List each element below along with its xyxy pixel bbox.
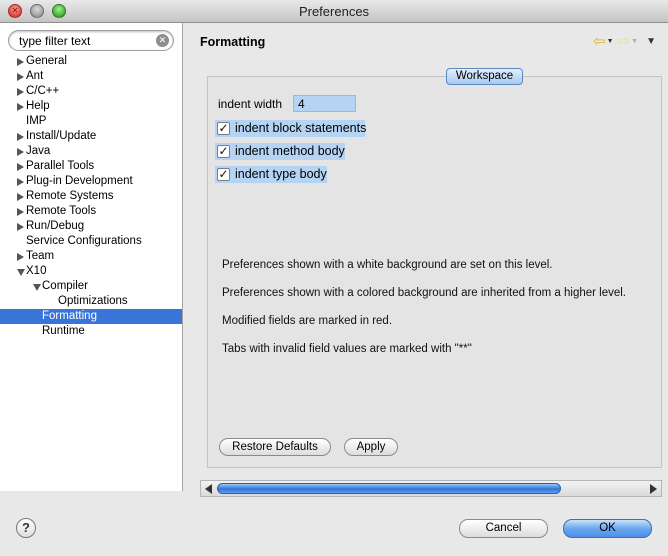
tree-item-label: X10 [26, 265, 47, 277]
tree-item-general[interactable]: General [0, 54, 182, 69]
tree-item-label: Java [26, 145, 51, 157]
indent-type-body-checkbox[interactable]: ✓ [217, 168, 230, 181]
window-title: Preferences [298, 4, 370, 19]
tree-item-remote-tools[interactable]: Remote Tools [0, 204, 182, 219]
tree-item-run-debug[interactable]: Run/Debug [0, 219, 182, 234]
tree-item-plug-in-development[interactable]: Plug-in Development [0, 174, 182, 189]
tree-item-service-configurations[interactable]: Service Configurations [0, 234, 182, 249]
checkbox-label: indent type body [235, 167, 327, 181]
tree-item-parallel-tools[interactable]: Parallel Tools [0, 159, 182, 174]
indent-method-body-checkbox[interactable]: ✓ [217, 145, 230, 158]
tree-item-help[interactable]: Help [0, 99, 182, 114]
expand-arrow-icon[interactable] [17, 103, 24, 111]
expand-arrow-icon[interactable] [17, 253, 24, 261]
tree-item-label: Install/Update [26, 130, 97, 142]
expand-arrow-icon[interactable] [17, 88, 24, 96]
checkbox-label: indent method body [235, 144, 345, 158]
history-navigation: ⇦▼ ⇨▼ ▼ [593, 34, 656, 50]
tree-item-label: Parallel Tools [26, 160, 95, 172]
tree-item-imp[interactable]: IMP [0, 114, 182, 129]
tree-item-ant[interactable]: Ant [0, 69, 182, 84]
scroll-left-arrow-icon[interactable] [205, 484, 212, 494]
expand-arrow-icon[interactable] [17, 163, 24, 171]
tree-item-java[interactable]: Java [0, 144, 182, 159]
tree-item-label: Optimizations [58, 295, 128, 307]
indent-block-statements-option[interactable]: ✓ indent block statements [215, 120, 367, 137]
filter-search-box[interactable]: ✕ [8, 30, 174, 51]
tab-workspace[interactable]: Workspace [446, 68, 523, 85]
indent-width-field[interactable] [293, 95, 356, 112]
tree-item-label: Ant [26, 70, 44, 82]
indent-method-body-option[interactable]: ✓ indent method body [215, 143, 345, 160]
ok-button[interactable]: OK [563, 519, 652, 538]
collapse-arrow-icon[interactable] [17, 269, 25, 276]
tree-item-label: C/C++ [26, 85, 60, 97]
collapse-arrow-icon[interactable] [33, 284, 41, 291]
tree-item-runtime[interactable]: Runtime [0, 324, 182, 339]
horizontal-scrollbar[interactable] [200, 480, 662, 497]
view-menu-icon[interactable]: ▼ [646, 34, 656, 50]
tree-item-team[interactable]: Team [0, 249, 182, 264]
expand-arrow-icon[interactable] [17, 193, 24, 201]
tree-item-label: Formatting [42, 310, 97, 322]
preferences-tree: General Ant C/C++ Help IMP Install/Update Java… [0, 54, 182, 339]
tree-item-x10[interactable]: X10 [0, 264, 182, 279]
scroll-thumb[interactable] [217, 483, 561, 494]
title-bar: Preferences [0, 0, 668, 23]
forward-history-dropdown-icon[interactable]: ▼ [631, 34, 638, 50]
forward-arrow-icon[interactable]: ⇨ [618, 34, 631, 50]
scroll-right-arrow-icon[interactable] [650, 484, 657, 494]
checkbox-label: indent block statements [235, 121, 367, 135]
indent-type-body-option[interactable]: ✓ indent type body [215, 166, 327, 183]
tree-item-label: Help [26, 100, 50, 112]
expand-arrow-icon[interactable] [17, 178, 24, 186]
restore-defaults-button[interactable]: Restore Defaults [219, 438, 331, 456]
help-icon[interactable]: ? [16, 518, 36, 538]
tree-item-label: Remote Systems [26, 190, 114, 202]
info-white-background: Preferences shown with a white backgroun… [222, 259, 553, 271]
info-colored-background: Preferences shown with a colored backgro… [222, 287, 626, 299]
filter-input[interactable] [19, 33, 151, 48]
tree-item-label: IMP [26, 115, 47, 127]
tree-item-label: Service Configurations [26, 235, 142, 247]
clear-filter-icon[interactable]: ✕ [156, 34, 169, 47]
page-title: Formatting [200, 35, 266, 49]
info-invalid-tabs: Tabs with invalid field values are marke… [222, 343, 472, 355]
expand-arrow-icon[interactable] [17, 148, 24, 156]
tree-item-c-c[interactable]: C/C++ [0, 84, 182, 99]
info-modified-fields: Modified fields are marked in red. [222, 315, 393, 327]
tree-item-label: General [26, 55, 67, 67]
tree-item-label: Runtime [42, 325, 85, 337]
expand-arrow-icon[interactable] [17, 58, 24, 66]
page-header: Formatting ⇦▼ ⇨▼ ▼ [184, 23, 668, 63]
apply-button[interactable]: Apply [344, 438, 398, 456]
cancel-button[interactable]: Cancel [459, 519, 548, 538]
indent-width-label: indent width [218, 97, 283, 111]
indent-block-statements-checkbox[interactable]: ✓ [217, 122, 230, 135]
tree-item-optimizations[interactable]: Optimizations [0, 294, 182, 309]
tree-item-install-update[interactable]: Install/Update [0, 129, 182, 144]
expand-arrow-icon[interactable] [17, 133, 24, 141]
tree-item-label: Team [26, 250, 55, 262]
back-arrow-icon[interactable]: ⇦ [593, 34, 606, 50]
tree-item-label: Remote Tools [26, 205, 97, 217]
expand-arrow-icon[interactable] [17, 223, 24, 231]
tree-item-label: Run/Debug [26, 220, 85, 232]
tree-item-label: Plug-in Development [26, 175, 133, 187]
expand-arrow-icon[interactable] [17, 208, 24, 216]
expand-arrow-icon[interactable] [17, 73, 24, 81]
preferences-tree-pane: ✕ General Ant C/C++ Help IMP Install/Update Ja… [0, 23, 183, 491]
tree-item-label: Compiler [42, 280, 89, 292]
tree-item-formatting[interactable]: Formatting [0, 309, 182, 324]
tree-item-remote-systems[interactable]: Remote Systems [0, 189, 182, 204]
tree-item-compiler[interactable]: Compiler [0, 279, 182, 294]
back-history-dropdown-icon[interactable]: ▼ [607, 34, 614, 50]
